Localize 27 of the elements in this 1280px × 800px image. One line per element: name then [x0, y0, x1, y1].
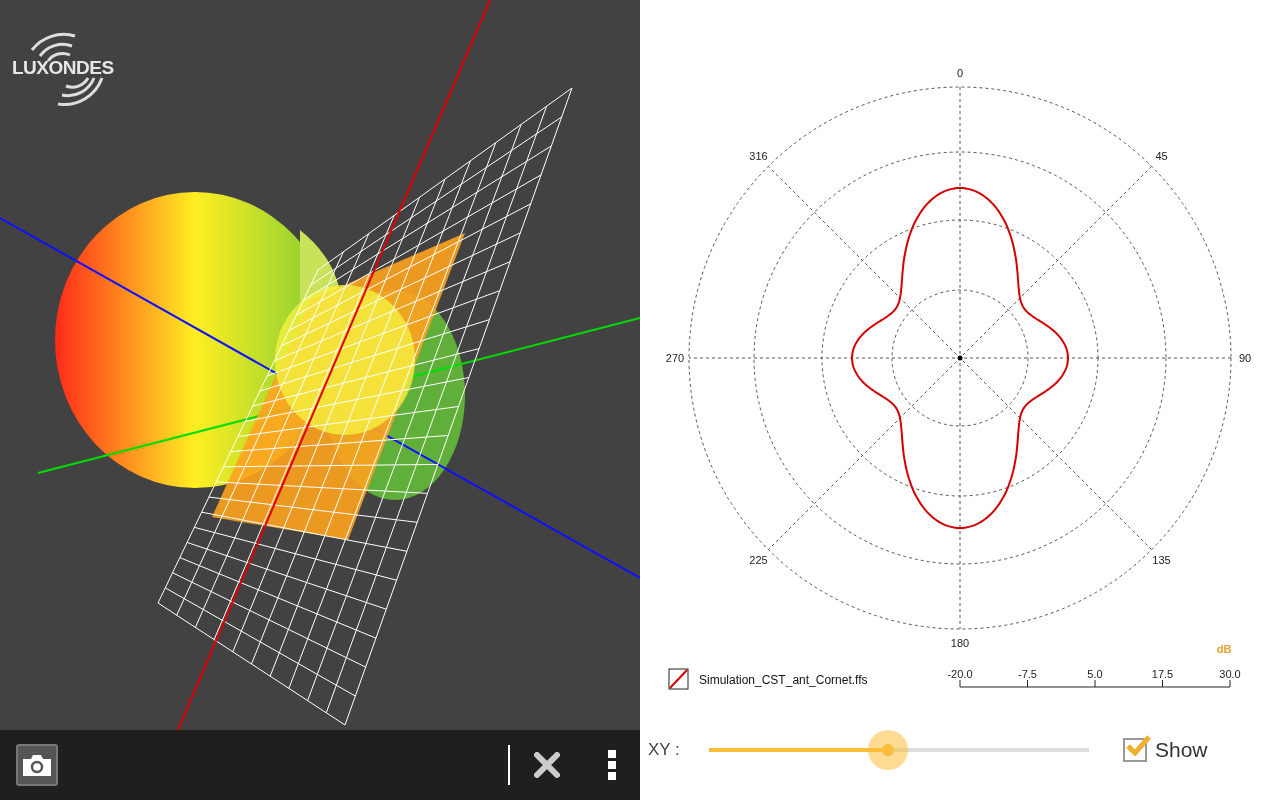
scale-label: 17.5 — [1151, 668, 1174, 680]
legend-swatch-icon — [668, 668, 689, 690]
camera-button[interactable] — [16, 744, 58, 786]
close-button[interactable] — [534, 752, 560, 778]
angle-label: 135 — [1152, 553, 1171, 566]
center-dot — [957, 355, 963, 361]
angle-label: 45 — [1155, 150, 1168, 163]
close-icon — [534, 752, 560, 778]
legend-label: Simulation_CST_ant_Cornet.ffs — [699, 673, 868, 687]
camera-icon — [23, 754, 51, 776]
logo-text: LUXONDES — [12, 56, 114, 80]
scale-label: 5.0 — [1087, 668, 1103, 680]
overflow-menu-button[interactable] — [608, 750, 616, 780]
menu-icon — [608, 750, 616, 780]
angle-label: 90 — [1238, 352, 1252, 364]
angle-label: 0 — [956, 67, 964, 79]
scale-label: 30.0 — [1219, 668, 1241, 680]
angle-label: 316 — [749, 150, 768, 163]
show-label: Show — [1155, 737, 1208, 764]
scale-label: -20.0 — [947, 668, 973, 680]
slider-thumb[interactable] — [867, 730, 908, 770]
angle-label: 180 — [950, 637, 970, 649]
angle-label: 225 — [749, 553, 768, 566]
angle-label: 270 — [665, 352, 685, 364]
scale-label: -7.5 — [1018, 668, 1037, 680]
slider-label: XY : — [648, 739, 681, 762]
scale-unit: dB — [1216, 643, 1232, 655]
